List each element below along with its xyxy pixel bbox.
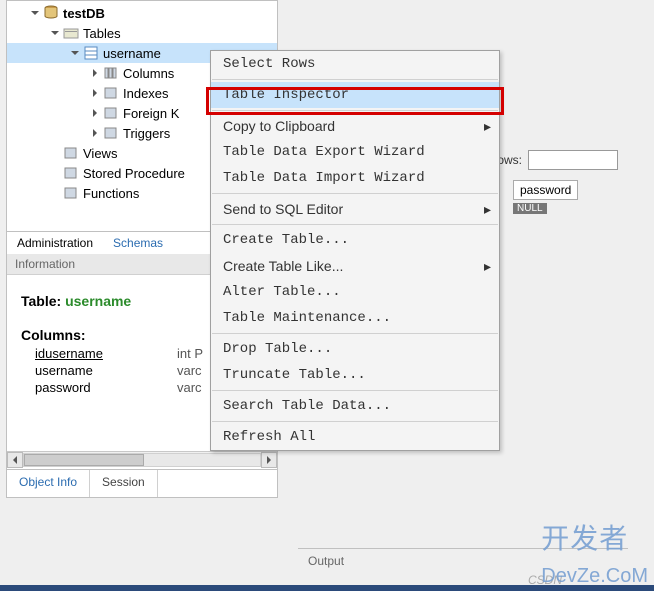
column-name: idusername [35, 346, 103, 361]
tree-label: Columns [123, 66, 174, 81]
chevron-down-icon[interactable] [49, 27, 61, 39]
tree-tables-node[interactable]: Tables [7, 23, 277, 43]
menu-separator [212, 110, 498, 111]
chevron-down-icon[interactable] [29, 7, 41, 19]
window-bottom-bar [0, 585, 654, 591]
output-label: Output [308, 554, 344, 568]
chevron-right-icon[interactable] [89, 67, 101, 79]
tree-label: Stored Procedure [83, 166, 185, 181]
tab-schemas[interactable]: Schemas [103, 232, 173, 254]
tab-object-info[interactable]: Object Info [7, 470, 90, 497]
menu-truncate-table[interactable]: Truncate Table... [211, 362, 499, 388]
menu-search-table-data[interactable]: Search Table Data... [211, 393, 499, 419]
submenu-arrow-icon: ▸ [484, 118, 491, 135]
menu-import-wizard[interactable]: Table Data Import Wizard [211, 165, 499, 191]
chevron-right-icon[interactable] [89, 107, 101, 119]
tree-label: username [103, 46, 161, 61]
menu-export-wizard[interactable]: Table Data Export Wizard [211, 139, 499, 165]
scroll-thumb[interactable] [24, 454, 144, 466]
foreign-key-icon [103, 105, 119, 121]
tab-session[interactable]: Session [90, 470, 158, 497]
columns-icon [103, 65, 119, 81]
chevron-right-icon[interactable] [89, 127, 101, 139]
menu-separator [212, 224, 498, 225]
rows-label: ows: [497, 153, 522, 167]
menu-separator [212, 421, 498, 422]
table-context-menu: Select Rows Table Inspector Copy to Clip… [210, 50, 500, 451]
database-icon [43, 5, 59, 21]
column-type: varc [177, 362, 202, 379]
submenu-arrow-icon: ▸ [484, 258, 491, 275]
tab-administration[interactable]: Administration [7, 232, 103, 254]
horizontal-scrollbar[interactable] [7, 451, 277, 467]
column-type: varc [177, 379, 202, 396]
menu-send-sql[interactable]: Send to SQL Editor▸ [211, 196, 499, 222]
tree-label: Foreign K [123, 106, 179, 121]
tree-label: Triggers [123, 126, 170, 141]
info-table-value: username [65, 293, 131, 309]
functions-icon [63, 185, 79, 201]
menu-create-table[interactable]: Create Table... [211, 227, 499, 253]
submenu-arrow-icon: ▸ [484, 201, 491, 218]
menu-table-maintenance[interactable]: Table Maintenance... [211, 305, 499, 331]
tree-label: Functions [83, 186, 139, 201]
column-type: int P [177, 345, 203, 362]
chevron-right-icon[interactable] [89, 87, 101, 99]
tree-label: Views [83, 146, 117, 161]
tree-label: Indexes [123, 86, 169, 101]
menu-copy-clipboard[interactable]: Copy to Clipboard▸ [211, 113, 499, 139]
info-bottom-tabs: Object Info Session [7, 469, 277, 497]
menu-separator [212, 333, 498, 334]
tree-label: Tables [83, 26, 121, 41]
scroll-track[interactable] [23, 453, 261, 467]
menu-alter-table[interactable]: Alter Table... [211, 279, 499, 305]
menu-table-inspector[interactable]: Table Inspector [211, 82, 499, 108]
info-table-prefix: Table: [21, 293, 65, 309]
procedures-icon [63, 165, 79, 181]
rows-input[interactable] [528, 150, 618, 170]
tree-database-node[interactable]: testDB [7, 3, 277, 23]
output-panel-header: Output [298, 548, 628, 573]
menu-drop-table[interactable]: Drop Table... [211, 336, 499, 362]
menu-create-table-like[interactable]: Create Table Like...▸ [211, 253, 499, 279]
chevron-down-icon[interactable] [69, 47, 81, 59]
column-name: password [35, 380, 91, 395]
column-header-password[interactable]: password [513, 180, 578, 200]
table-icon [83, 45, 99, 61]
null-badge: NULL [513, 203, 547, 214]
folder-tables-icon [63, 25, 79, 41]
menu-separator [212, 79, 498, 80]
indexes-icon [103, 85, 119, 101]
menu-select-rows[interactable]: Select Rows [211, 51, 499, 77]
triggers-icon [103, 125, 119, 141]
scroll-left-button[interactable] [7, 452, 23, 468]
tree-label: testDB [63, 6, 105, 21]
menu-refresh-all[interactable]: Refresh All [211, 424, 499, 450]
column-name: username [35, 363, 93, 378]
menu-separator [212, 193, 498, 194]
scroll-right-button[interactable] [261, 452, 277, 468]
menu-separator [212, 390, 498, 391]
views-icon [63, 145, 79, 161]
